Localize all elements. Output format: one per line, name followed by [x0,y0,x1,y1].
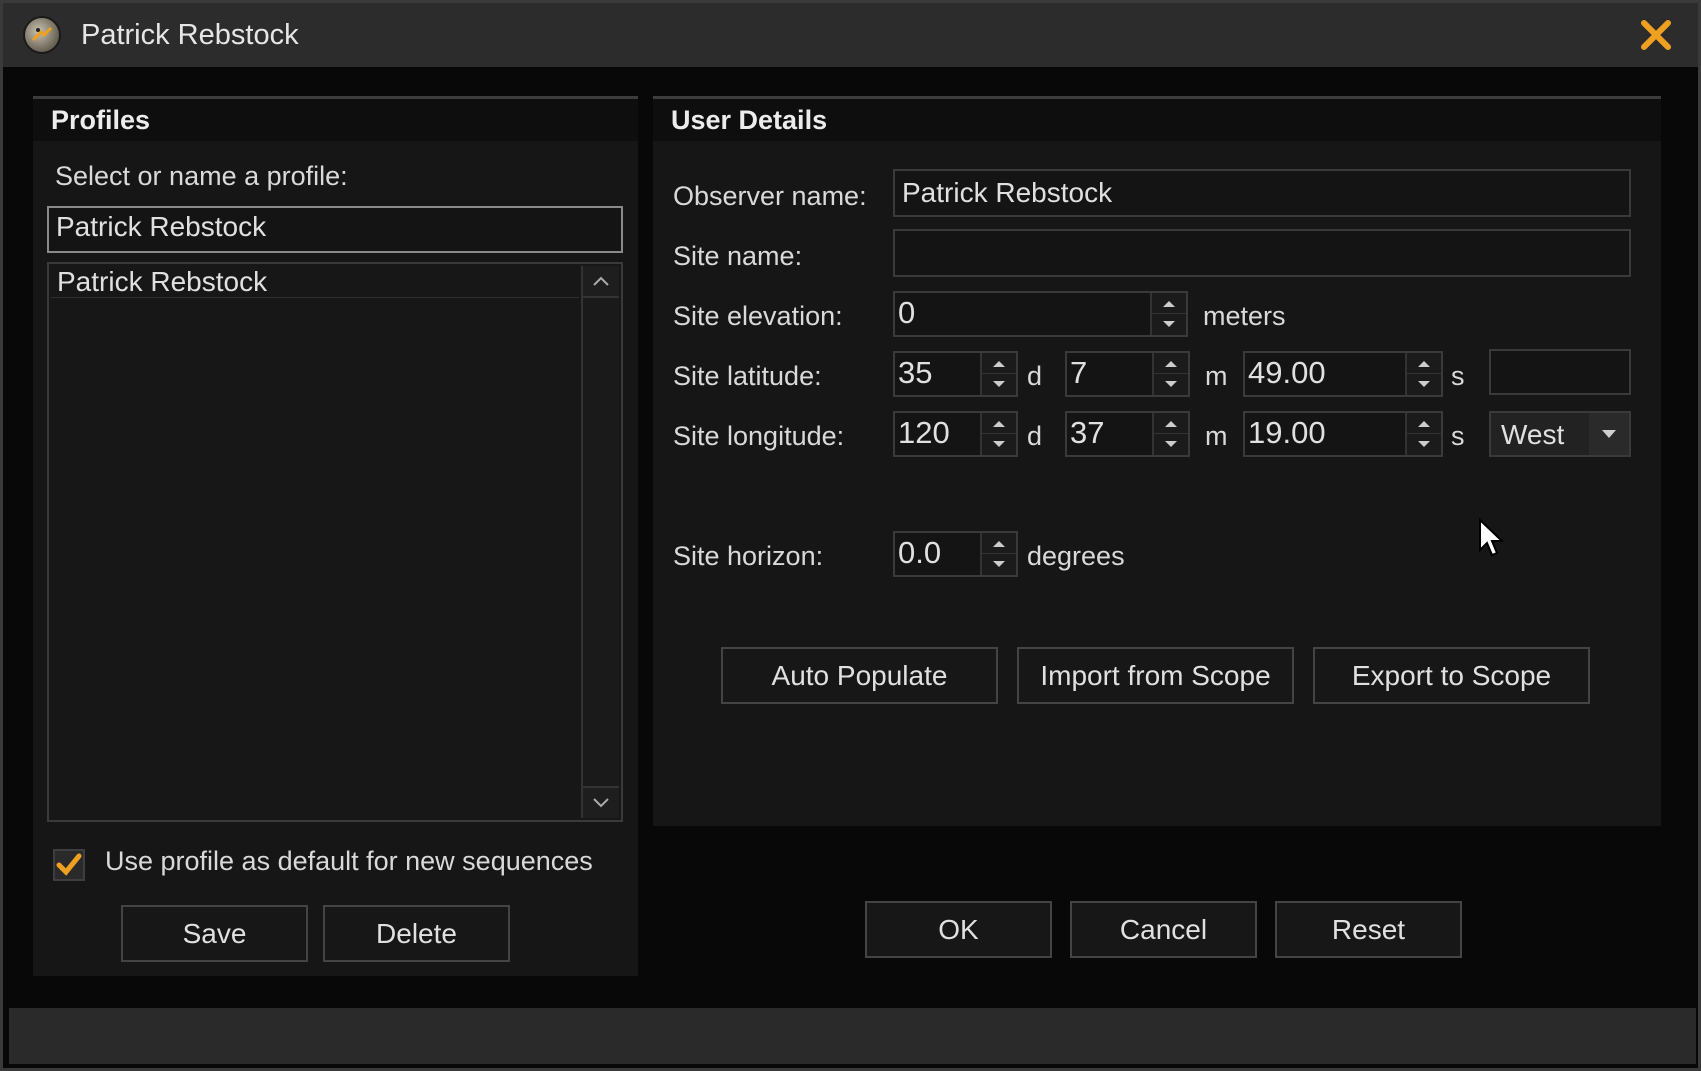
profile-list-scrollbar[interactable] [581,266,619,818]
site-longitude-label: Site longitude: [673,421,845,451]
checkmark-icon [56,853,82,876]
status-bar [9,1008,1696,1064]
default-profile-checkbox[interactable] [53,849,85,881]
reset-button[interactable]: Reset [1275,901,1462,958]
degrees-unit-label: d [1027,421,1043,451]
spin-down-icon[interactable] [982,374,1016,395]
longitude-degrees-stepper[interactable]: 120 [893,411,1018,457]
profile-name-input[interactable]: Patrick Rebstock [47,206,623,253]
horizon-unit-label: degrees [1027,541,1125,571]
latitude-seconds-stepper[interactable]: 49.00 [1243,351,1443,397]
site-elevation-stepper[interactable]: 0 [893,291,1188,337]
spin-down-icon[interactable] [1154,374,1188,395]
latitude-seconds-value: 49.00 [1248,355,1326,390]
latitude-minutes-stepper[interactable]: 7 [1065,351,1190,397]
scroll-up-icon[interactable] [583,266,619,298]
spin-down-icon[interactable] [1154,434,1188,455]
chevron-down-icon[interactable] [1589,413,1629,455]
delete-button[interactable]: Delete [323,905,510,962]
minutes-unit-label: m [1205,361,1228,391]
title-bar[interactable]: Patrick Rebstock [3,3,1698,67]
site-latitude-label: Site latitude: [673,361,822,391]
longitude-minutes-value: 37 [1070,415,1105,450]
site-horizon-value: 0.0 [898,535,942,570]
longitude-seconds-stepper[interactable]: 19.00 [1243,411,1443,457]
profile-dialog-window: Patrick Rebstock Profiles Select or name… [0,0,1701,1071]
site-elevation-value: 0 [898,295,916,330]
spin-down-icon[interactable] [982,434,1016,455]
site-name-label: Site name: [673,241,803,271]
seconds-unit-label: s [1451,361,1465,391]
cancel-button[interactable]: Cancel [1070,901,1257,958]
observer-name-input[interactable]: Patrick Rebstock [893,169,1631,217]
export-to-scope-button[interactable]: Export to Scope [1313,647,1590,704]
spin-up-icon[interactable] [982,533,1016,554]
spin-up-icon[interactable] [1154,413,1188,434]
profiles-header: Profiles [33,99,638,141]
window-title: Patrick Rebstock [81,19,299,51]
spin-up-icon[interactable] [1152,293,1186,314]
profile-list[interactable]: Patrick Rebstock [47,262,623,822]
spin-down-icon[interactable] [982,554,1016,575]
longitude-degrees-value: 120 [898,415,950,450]
user-details-header: User Details [653,99,1661,141]
site-name-input[interactable] [893,229,1631,277]
latitude-degrees-stepper[interactable]: 35 [893,351,1018,397]
spin-up-icon[interactable] [1407,413,1441,434]
profile-prompt-label: Select or name a profile: [55,161,348,191]
site-elevation-label: Site elevation: [673,301,843,331]
latitude-minutes-value: 7 [1070,355,1088,390]
spin-up-icon[interactable] [1154,353,1188,374]
longitude-hemisphere-select[interactable]: West [1489,411,1631,457]
spin-down-icon[interactable] [1407,374,1441,395]
spin-up-icon[interactable] [982,413,1016,434]
minutes-unit-label: m [1205,421,1228,451]
import-from-scope-button[interactable]: Import from Scope [1017,647,1294,704]
mouse-cursor-icon [1478,517,1505,563]
user-details-panel: User Details Observer name: Patrick Rebs… [653,96,1661,826]
elevation-unit-label: meters [1203,301,1286,331]
save-button[interactable]: Save [121,905,308,962]
profiles-panel: Profiles Select or name a profile: Patri… [33,96,638,976]
list-item[interactable]: Patrick Rebstock [51,266,579,298]
longitude-minutes-stepper[interactable]: 37 [1065,411,1190,457]
longitude-seconds-value: 19.00 [1248,415,1326,450]
default-profile-label: Use profile as default for new sequences [105,846,593,876]
seconds-unit-label: s [1451,421,1465,451]
close-icon[interactable] [1636,15,1676,55]
spin-up-icon[interactable] [1407,353,1441,374]
spin-up-icon[interactable] [982,353,1016,374]
spin-down-icon[interactable] [1152,314,1186,335]
observer-name-label: Observer name: [673,181,867,211]
site-horizon-stepper[interactable]: 0.0 [893,531,1018,577]
app-logo-icon [23,16,61,54]
latitude-hemisphere-field[interactable] [1489,349,1631,395]
spin-down-icon[interactable] [1407,434,1441,455]
degrees-unit-label: d [1027,361,1043,391]
latitude-degrees-value: 35 [898,355,933,390]
scroll-down-icon[interactable] [583,786,619,818]
ok-button[interactable]: OK [865,901,1052,958]
auto-populate-button[interactable]: Auto Populate [721,647,998,704]
hemisphere-value: West [1501,419,1565,450]
site-horizon-label: Site horizon: [673,541,824,571]
